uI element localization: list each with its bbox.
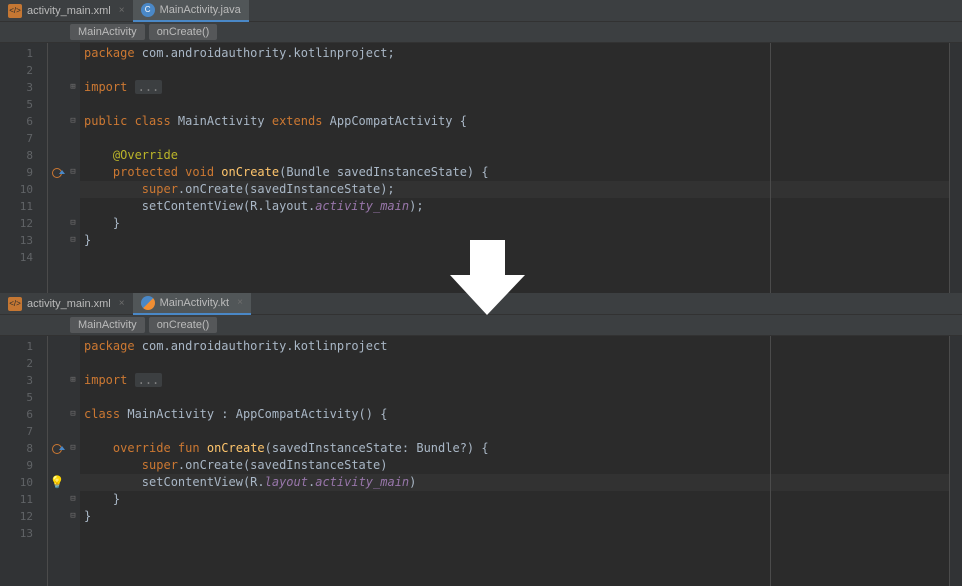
tab-label: MainActivity.kt [160,297,229,309]
override-gutter-icon[interactable] [52,444,62,454]
tab-mainactivity-kt[interactable]: MainActivity.kt × [133,293,251,315]
xml-file-icon: </> [8,297,22,311]
right-gutter-strip [950,43,962,293]
code-body-kotlin[interactable]: package com.androidauthority.kotlinproje… [80,336,950,586]
override-gutter-icon[interactable] [52,168,62,178]
close-icon[interactable]: × [119,5,125,16]
tab-activity-main-xml[interactable]: </> activity_main.xml × [0,0,133,22]
tab-activity-main-xml-bottom[interactable]: </> activity_main.xml × [0,293,133,315]
fold-icon[interactable]: ⊟ [66,440,80,457]
breadcrumb-bar-top: MainActivity onCreate() [0,22,962,43]
tab-label: activity_main.xml [27,5,111,17]
fold-column: ⊞ ⊟ ⊟ ⊟ ⊟ [66,336,80,586]
breadcrumb-class[interactable]: MainActivity [70,317,145,333]
right-margin-line [770,43,771,293]
right-margin-line [770,336,771,586]
kotlin-file-icon [141,296,155,310]
gutter-icons: 💡 [48,336,66,586]
intention-bulb-icon[interactable]: 💡 [50,474,65,491]
right-gutter-strip [950,336,962,586]
fold-icon[interactable]: ⊞ [66,372,80,389]
fold-icon[interactable]: ⊟ [66,164,80,181]
fold-icon[interactable]: ⊞ [66,79,80,96]
java-file-icon: C [141,3,155,17]
xml-file-icon: </> [8,4,22,18]
fold-icon[interactable]: ⊟ [66,232,80,249]
editor-pane-kotlin: </> activity_main.xml × MainActivity.kt … [0,293,962,586]
breadcrumb-class[interactable]: MainActivity [70,24,145,40]
close-icon[interactable]: × [237,297,243,308]
breadcrumb-method[interactable]: onCreate() [149,24,218,40]
conversion-arrow-icon [445,235,530,320]
gutter-icons [48,43,66,293]
fold-icon[interactable]: ⊟ [66,215,80,232]
fold-column: ⊞ ⊟ ⊟ ⊟ ⊟ [66,43,80,293]
tab-label: activity_main.xml [27,298,111,310]
close-icon[interactable]: × [119,298,125,309]
fold-icon[interactable]: ⊟ [66,406,80,423]
tab-mainactivity-java[interactable]: C MainActivity.java [133,0,249,22]
tab-bar-top: </> activity_main.xml × C MainActivity.j… [0,0,962,22]
breadcrumb-method[interactable]: onCreate() [149,317,218,333]
fold-icon[interactable]: ⊟ [66,508,80,525]
fold-icon[interactable]: ⊟ [66,491,80,508]
line-number-gutter: 1 2 3 5 6 7 8 9 10 11 12 13 [0,336,48,586]
code-area-kotlin[interactable]: 1 2 3 5 6 7 8 9 10 11 12 13 💡 ⊞ ⊟ [0,336,962,586]
line-number-gutter: 1 2 3 5 6 7 8 9 10 11 12 13 14 [0,43,48,293]
tab-label: MainActivity.java [160,4,241,16]
fold-icon[interactable]: ⊟ [66,113,80,130]
